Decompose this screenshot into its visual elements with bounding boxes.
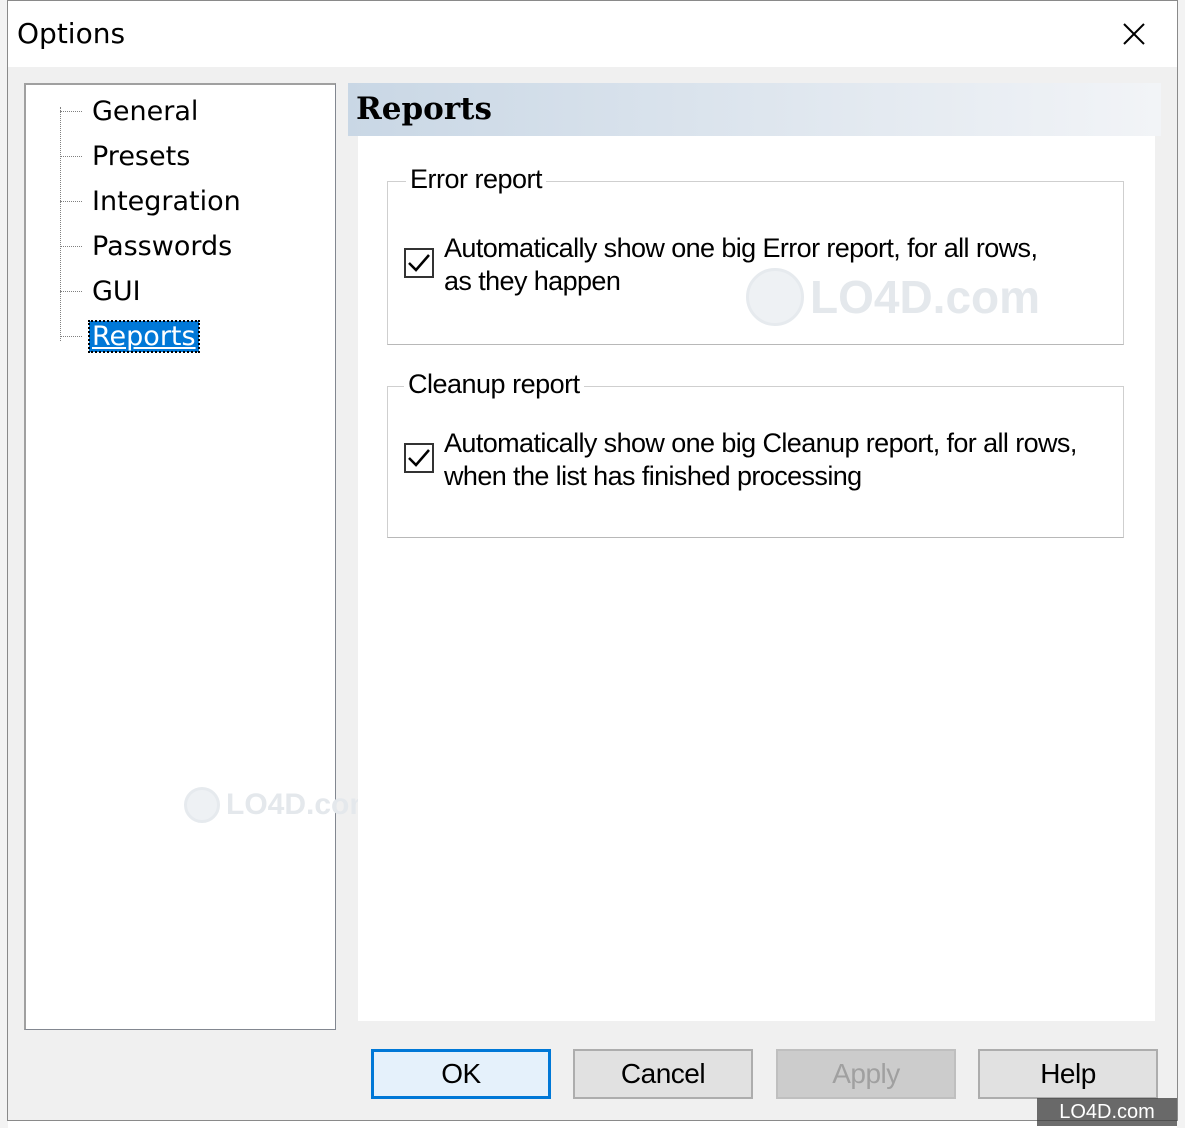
- tree-item-label: General: [92, 95, 199, 127]
- tree-item-reports[interactable]: Reports: [60, 316, 200, 356]
- watermark-text: LO4D.com: [226, 788, 377, 821]
- group-legend: Cleanup report: [404, 369, 584, 400]
- title-bar: Options: [8, 1, 1177, 67]
- cleanup-report-checkbox[interactable]: [404, 443, 434, 473]
- cleanup-report-label-line1[interactable]: Automatically show one big Cleanup repor…: [444, 427, 1077, 460]
- error-report-label-line1[interactable]: Automatically show one big Error report,…: [444, 232, 1038, 265]
- tree-item-label: Presets: [92, 140, 191, 172]
- cleanup-report-label-line2[interactable]: when the list has finished processing: [444, 460, 862, 493]
- close-icon: [1123, 23, 1145, 45]
- tree-item-passwords[interactable]: Passwords: [60, 226, 235, 266]
- watermark: LO4D.com: [184, 787, 376, 823]
- tree-item-label: Integration: [92, 185, 241, 217]
- help-button[interactable]: Help: [978, 1049, 1158, 1099]
- tree-item-gui[interactable]: GUI: [60, 271, 144, 311]
- error-report-label-line2[interactable]: as they happen: [444, 265, 621, 298]
- tree-item-label: Passwords: [92, 230, 233, 262]
- ok-button-label: OK: [441, 1058, 481, 1089]
- help-button-label: Help: [1040, 1058, 1096, 1089]
- tree-item-general[interactable]: General: [60, 91, 201, 131]
- watermark-text: LO4D.com: [1059, 1100, 1155, 1123]
- tree-item-label: Reports: [88, 319, 200, 353]
- tree-item-integration[interactable]: Integration: [60, 181, 244, 221]
- error-report-group: Error report Automatically show one big …: [387, 164, 1124, 345]
- window-title: Options: [17, 17, 126, 50]
- watermark: LO4D.com: [746, 268, 1040, 326]
- close-button[interactable]: [1091, 1, 1177, 67]
- tree-item-label: GUI: [92, 275, 141, 307]
- apply-button[interactable]: Apply: [776, 1049, 956, 1099]
- apply-button-label: Apply: [832, 1058, 900, 1089]
- cancel-button-label: Cancel: [620, 1058, 706, 1089]
- page-title: Reports: [356, 91, 492, 127]
- page-header: Reports: [348, 83, 1161, 136]
- cleanup-report-group: Cleanup report Automatically show one bi…: [387, 369, 1124, 538]
- cancel-button[interactable]: Cancel: [573, 1049, 753, 1099]
- background-app-edge: [1177, 0, 1185, 1128]
- error-report-checkbox[interactable]: [404, 248, 434, 278]
- group-legend: Error report: [406, 164, 547, 195]
- checkmark-icon: [408, 449, 430, 467]
- watermark-text: LO4D.com: [810, 271, 1041, 323]
- checkmark-icon: [408, 254, 430, 272]
- ok-button[interactable]: OK: [371, 1049, 551, 1099]
- tree-item-presets[interactable]: Presets: [60, 136, 193, 176]
- corner-watermark: LO4D.com: [1037, 1098, 1177, 1126]
- options-tree: General Presets Integration Passwords GU…: [24, 83, 376, 1030]
- options-dialog: Options General Presets Integration Pass…: [7, 0, 1178, 1121]
